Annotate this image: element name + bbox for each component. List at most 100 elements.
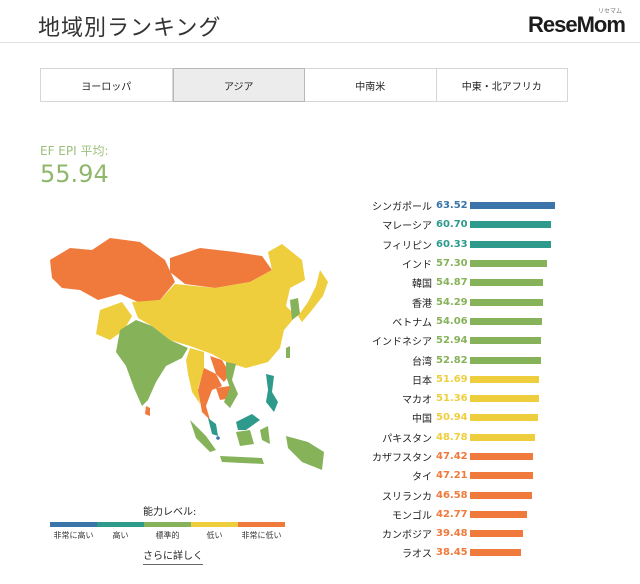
ranking-row[interactable]: ベトナム 54.06 xyxy=(370,312,570,331)
ranking-row[interactable]: カンボジア 39.48 xyxy=(370,524,570,543)
country-score: 60.33 xyxy=(436,238,468,250)
ranking-row[interactable]: タイ 47.21 xyxy=(370,466,570,485)
legend-swatch xyxy=(191,522,238,527)
score-bar xyxy=(470,221,552,229)
score-bar xyxy=(470,260,547,268)
country-score: 38.45 xyxy=(436,547,468,559)
map-malaysia[interactable] xyxy=(208,414,260,436)
average-value: 55.94 xyxy=(40,160,109,188)
more-details-link[interactable]: さらに詳しく xyxy=(143,547,203,565)
score-bar xyxy=(470,491,533,499)
score-bar xyxy=(470,549,522,557)
average-label: EF EPI 平均: xyxy=(40,144,109,158)
legend-label: 非常に低い xyxy=(241,531,282,540)
legend-item: 高い xyxy=(97,522,144,541)
country-name: シンガポール xyxy=(372,202,432,214)
legend-label: 低い xyxy=(206,531,223,540)
legend-swatch xyxy=(238,522,285,527)
ranking-list: シンガポール 63.52 マレーシア 60.70 フィリピン 60.33 インド 57.… xyxy=(370,196,570,563)
score-bar xyxy=(470,472,534,480)
ranking-row[interactable]: インドネシア 52.94 xyxy=(370,331,570,350)
score-bar xyxy=(470,240,551,248)
country-name: タイ xyxy=(412,472,432,484)
level-legend: 非常に高い 高い 標準的 低い 非常に低い xyxy=(50,522,285,541)
legend-swatch xyxy=(144,522,191,527)
map-philippines[interactable] xyxy=(266,374,278,412)
map-indonesia[interactable] xyxy=(190,420,324,470)
country-score: 51.69 xyxy=(436,373,468,385)
country-name: 台湾 xyxy=(412,356,432,368)
score-bar xyxy=(470,530,523,538)
ranking-row[interactable]: 韓国 54.87 xyxy=(370,273,570,292)
country-score: 63.52 xyxy=(436,200,468,212)
tab-europe[interactable]: ヨーロッパ xyxy=(41,69,173,101)
ranking-row[interactable]: マカオ 51.36 xyxy=(370,389,570,408)
country-score: 39.48 xyxy=(436,528,468,540)
country-score: 52.82 xyxy=(436,354,468,366)
score-bar xyxy=(470,414,539,422)
ranking-row[interactable]: 中国 50.94 xyxy=(370,408,570,427)
logo-subtitle: リセマム xyxy=(598,8,623,15)
score-bar xyxy=(470,453,534,460)
asia-map[interactable] xyxy=(40,230,340,480)
map-vietnam[interactable] xyxy=(224,362,238,408)
ranking-row[interactable]: スリランカ 46.58 xyxy=(370,485,570,504)
country-score: 47.42 xyxy=(436,451,468,462)
tab-asia[interactable]: アジア xyxy=(172,68,305,102)
ranking-row[interactable]: パキスタン 48.78 xyxy=(370,428,570,447)
map-taiwan[interactable] xyxy=(286,346,290,358)
ranking-row[interactable]: 台湾 52.82 xyxy=(370,350,570,369)
country-name: インドネシア xyxy=(372,337,432,349)
country-score: 60.70 xyxy=(436,219,468,231)
resemom-logo[interactable]: ReseMom xyxy=(528,12,626,38)
legend-label: 標準的 xyxy=(155,531,180,540)
ranking-row[interactable]: ラオス 38.45 xyxy=(370,543,570,562)
map-kazakhstan[interactable] xyxy=(50,238,175,302)
country-name: カンボジア xyxy=(382,530,432,542)
ranking-row[interactable]: 香港 54.29 xyxy=(370,292,570,311)
legend-item: 標準的 xyxy=(144,522,191,541)
country-name: カザフスタン xyxy=(372,453,432,464)
legend-item: 非常に低い xyxy=(238,522,285,541)
ranking-row[interactable]: モンゴル 42.77 xyxy=(370,505,570,524)
country-score: 54.87 xyxy=(436,277,468,289)
country-name: パキスタン xyxy=(382,433,432,445)
country-name: マカオ xyxy=(402,395,432,407)
score-bar xyxy=(470,395,539,403)
country-score: 54.29 xyxy=(436,296,468,308)
country-name: スリランカ xyxy=(382,491,432,503)
ranking-row[interactable]: フィリピン 60.33 xyxy=(370,235,570,254)
ranking-row[interactable]: インド 57.30 xyxy=(370,254,570,273)
country-score: 51.36 xyxy=(436,393,468,405)
country-score: 47.21 xyxy=(436,470,468,482)
score-bar xyxy=(470,337,541,345)
ranking-row[interactable]: 日本 51.69 xyxy=(370,370,570,389)
score-bar xyxy=(470,375,540,383)
ranking-row[interactable]: シンガポール 63.52 xyxy=(370,196,570,215)
score-bar xyxy=(470,433,536,441)
score-bar xyxy=(470,279,544,287)
page-title: 地域別ランキング xyxy=(38,16,222,41)
country-name: 日本 xyxy=(412,375,432,387)
country-name: ベトナム xyxy=(392,317,432,329)
ranking-row[interactable]: マレーシア 60.70 xyxy=(370,215,570,234)
country-name: 香港 xyxy=(412,298,432,310)
score-bar xyxy=(470,317,543,325)
legend-swatch xyxy=(97,522,144,527)
country-name: マレーシア xyxy=(382,221,432,233)
country-name: 中国 xyxy=(412,414,432,426)
tab-latin-america[interactable]: 中南米 xyxy=(305,69,437,101)
map-singapore[interactable] xyxy=(216,436,220,440)
country-name: ラオス xyxy=(402,549,432,561)
legend-swatch xyxy=(50,522,97,527)
legend-item: 低い xyxy=(191,522,238,541)
tab-middle-east-north-africa[interactable]: 中東・北アフリカ xyxy=(437,69,568,101)
country-score: 54.06 xyxy=(436,315,468,327)
legend-label: 非常に高い xyxy=(53,531,94,540)
ranking-row[interactable]: カザフスタン 47.42 xyxy=(370,447,570,466)
country-score: 50.94 xyxy=(436,412,468,424)
country-score: 46.58 xyxy=(436,489,468,501)
score-bar xyxy=(470,356,541,364)
map-sri-lanka[interactable] xyxy=(145,406,150,416)
legend-label: 高い xyxy=(112,531,129,540)
